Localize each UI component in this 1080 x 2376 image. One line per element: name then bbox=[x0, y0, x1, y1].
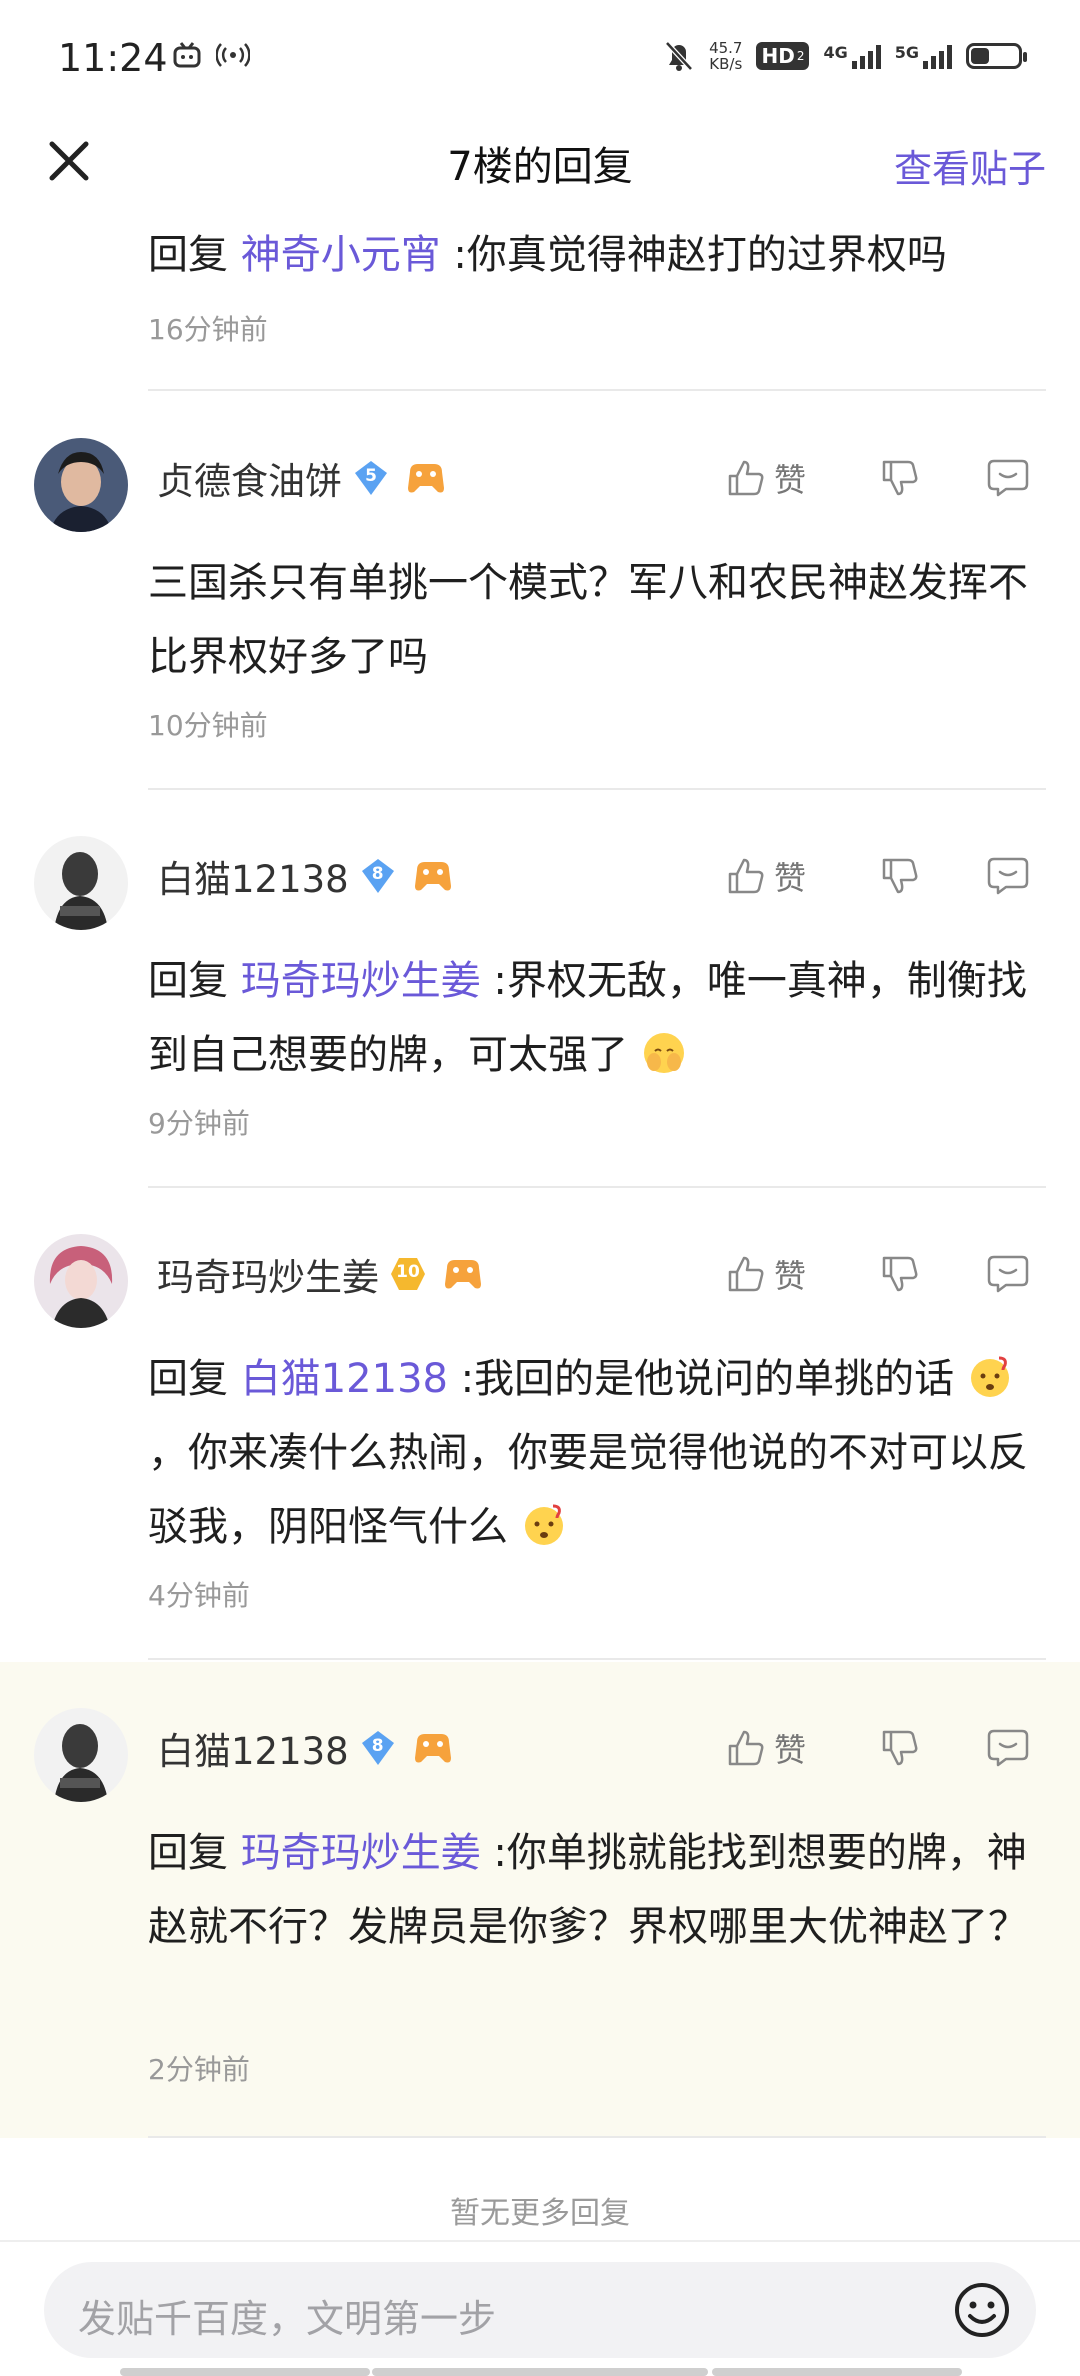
reply-actions: 赞 bbox=[726, 1244, 1046, 1304]
thumb-down-icon bbox=[882, 1256, 918, 1292]
battery-icon bbox=[966, 43, 1027, 69]
mention-link[interactable]: 玛奇玛炒生姜 bbox=[241, 958, 481, 1004]
net-speed-value: 45.7 bbox=[709, 39, 743, 57]
thumb-up-icon bbox=[728, 1256, 764, 1292]
thumb-up-icon bbox=[728, 460, 764, 496]
reply-time: 2分钟前 bbox=[148, 2053, 250, 2086]
reply-item: 白猫12138 8 赞 回复 玛奇玛炒生姜:界权无敌，唯一真神，制衡找到自己想… bbox=[0, 790, 1080, 1188]
signal-bars-icon bbox=[851, 45, 881, 69]
level-badge: 8 bbox=[359, 857, 397, 895]
reply-input-placeholder: 发贴千百度，文明第一步 bbox=[78, 2297, 497, 2341]
divider bbox=[148, 2136, 1046, 2138]
reply-time: 4分钟前 bbox=[148, 1579, 250, 1612]
avatar[interactable] bbox=[34, 1234, 128, 1328]
username[interactable]: 白猫12138 bbox=[157, 1721, 349, 1775]
hd-badge: HD 2 bbox=[756, 42, 810, 70]
dislike-button[interactable] bbox=[880, 1728, 940, 1768]
tv-app-icon bbox=[173, 42, 201, 68]
dislike-button[interactable] bbox=[880, 856, 940, 896]
mention-link[interactable]: 神奇小元宵 bbox=[241, 232, 441, 278]
reply-input[interactable]: 发贴千百度，文明第一步 bbox=[44, 2262, 1036, 2358]
reply-content: 三国杀只有单挑一个模式？军八和农民神赵发挥不比界权好多了吗 bbox=[148, 560, 1028, 680]
username[interactable]: 贞德食油饼 bbox=[157, 451, 342, 505]
divider bbox=[148, 1658, 1046, 1660]
avatar[interactable] bbox=[34, 1708, 128, 1802]
level-badge: 8 bbox=[359, 1729, 397, 1767]
comment-icon bbox=[987, 1255, 1029, 1293]
reply-item: 玛奇玛炒生姜 10 赞 回复 白猫12138:我回的是他说问的单挑的话 ，你来… bbox=[0, 1188, 1080, 1660]
like-button[interactable]: 赞 bbox=[726, 1725, 836, 1771]
game-controller-icon bbox=[445, 1260, 481, 1289]
nav-indicator bbox=[712, 2368, 962, 2376]
level-badge: 10 bbox=[389, 1255, 427, 1293]
status-bar: 11:24 45.7 KB/s HD 2 4G 5G bbox=[0, 0, 1080, 118]
bottom-bar: 发贴千百度，文明第一步 bbox=[0, 2240, 1080, 2376]
thumb-down-icon bbox=[882, 858, 918, 894]
comment-icon bbox=[987, 459, 1029, 497]
comment-button[interactable] bbox=[986, 458, 1046, 498]
comment-button[interactable] bbox=[986, 856, 1046, 896]
dislike-button[interactable] bbox=[880, 1254, 940, 1294]
game-controller-icon bbox=[414, 1734, 451, 1763]
signal-bars-icon bbox=[923, 45, 952, 69]
like-button[interactable]: 赞 bbox=[726, 853, 836, 899]
like-button[interactable]: 赞 bbox=[726, 455, 836, 501]
reply-time: 10分钟前 bbox=[148, 709, 268, 742]
nav-indicator bbox=[120, 2368, 370, 2376]
bell-mute-icon bbox=[665, 41, 693, 71]
mention-link[interactable]: 白猫12138 bbox=[241, 1356, 448, 1402]
reply-item: 贞德食油饼 5 赞 三国杀只有单挑一个模式？军八和农民神赵发挥不比界权好多了吗 … bbox=[0, 392, 1080, 790]
mention-link[interactable]: 玛奇玛炒生姜 bbox=[241, 1830, 481, 1876]
reply-actions: 赞 bbox=[726, 448, 1046, 508]
thinking-face-emoji-icon bbox=[524, 1504, 563, 1545]
thumb-up-icon bbox=[728, 1730, 764, 1766]
reply-content: 回复 玛奇玛炒生姜 :界权无敌，唯一真神，制衡找到自己想要的牌，可太强了 bbox=[148, 958, 1027, 1078]
thumb-up-icon bbox=[728, 858, 764, 894]
avatar[interactable] bbox=[34, 438, 128, 532]
status-time: 11:24 bbox=[58, 36, 168, 80]
avatar[interactable] bbox=[34, 836, 128, 930]
nav-indicator bbox=[372, 2368, 708, 2376]
emoji-icon[interactable] bbox=[952, 2280, 1012, 2340]
reply-time: 16分钟前 bbox=[148, 313, 268, 346]
reply-content: 回复 白猫12138 :我回的是他说问的单挑的话 ，你来凑什么热闹，你要是觉得他… bbox=[148, 1356, 1028, 1550]
view-post-link[interactable]: 查看贴子 bbox=[894, 138, 1046, 193]
reply-time: 9分钟前 bbox=[148, 1107, 250, 1140]
reply-actions: 赞 bbox=[726, 1718, 1046, 1778]
signal-sim1: 4G bbox=[823, 43, 881, 69]
game-controller-icon bbox=[408, 464, 444, 493]
blush-hands-emoji-icon bbox=[643, 1033, 684, 1073]
thinking-face-emoji-icon bbox=[970, 1356, 1009, 1397]
thumb-down-icon bbox=[882, 460, 918, 496]
signal-sim2: 5G bbox=[895, 43, 952, 69]
user-row: 贞德食油饼 5 bbox=[157, 448, 448, 508]
status-right-cluster: 45.7 KB/s HD 2 4G 5G bbox=[663, 34, 1027, 78]
like-button[interactable]: 赞 bbox=[726, 1251, 836, 1297]
hotspot-icon bbox=[216, 43, 250, 67]
comment-button[interactable] bbox=[986, 1254, 1046, 1294]
reply-item-highlighted: 白猫12138 8 赞 回复 玛奇玛炒生姜:你单挑就能找到想要的牌，神赵就不行… bbox=[0, 1662, 1080, 2138]
comment-icon bbox=[987, 857, 1029, 895]
reply-content: 回复 神奇小元宵 :你真觉得神赵打的过界权吗 bbox=[148, 232, 947, 278]
user-row: 白猫12138 8 bbox=[157, 1718, 455, 1778]
divider bbox=[148, 389, 1046, 391]
reply-item: 回复 神奇小元宵 :你真觉得神赵打的过界权吗 16分钟前 bbox=[0, 212, 1080, 392]
comment-icon bbox=[987, 1729, 1029, 1767]
comment-button[interactable] bbox=[986, 1728, 1046, 1768]
dislike-button[interactable] bbox=[880, 458, 940, 498]
net-speed: 45.7 KB/s bbox=[709, 40, 742, 72]
net-speed-unit: KB/s bbox=[709, 55, 743, 73]
no-more-replies: 暂无更多回复 bbox=[450, 2196, 630, 2231]
reply-content: 回复 玛奇玛炒生姜 :你单挑就能找到想要的牌，神赵就不行？发牌员是你爹？界权哪里… bbox=[148, 1830, 1028, 1950]
header: 7楼的回复 查看贴子 bbox=[0, 118, 1080, 212]
username[interactable]: 白猫12138 bbox=[157, 849, 349, 903]
username[interactable]: 玛奇玛炒生姜 bbox=[157, 1247, 379, 1301]
thumb-down-icon bbox=[882, 1730, 918, 1766]
level-badge: 5 bbox=[352, 459, 390, 497]
reply-actions: 赞 bbox=[726, 846, 1046, 906]
game-controller-icon bbox=[414, 862, 451, 891]
user-row: 玛奇玛炒生姜 10 bbox=[157, 1244, 485, 1304]
user-row: 白猫12138 8 bbox=[157, 846, 455, 906]
